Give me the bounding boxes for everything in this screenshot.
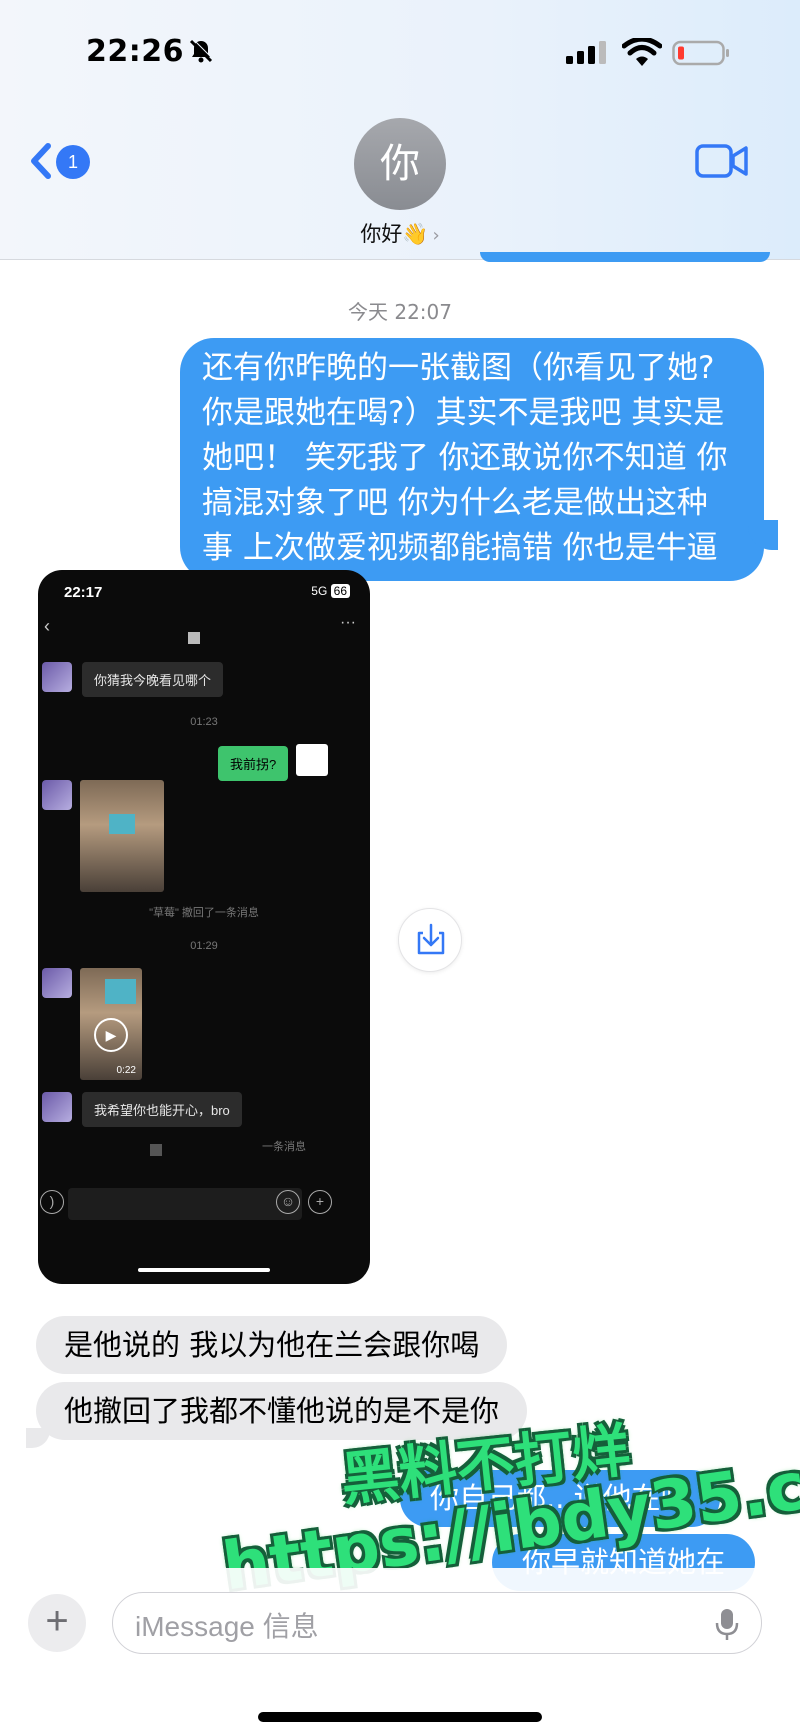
video-call-button[interactable] bbox=[694, 142, 750, 180]
message-line: 搞混对象了吧 你为什么老是做出这种 bbox=[202, 485, 708, 521]
bubble-tail bbox=[26, 1428, 50, 1448]
wifi-icon bbox=[622, 38, 662, 66]
bell-muted-icon bbox=[189, 38, 214, 63]
message-input[interactable]: iMessage 信息 bbox=[112, 1592, 762, 1654]
battery-low-icon bbox=[672, 40, 729, 66]
shot-battery: 66 bbox=[330, 584, 350, 598]
status-time: 22:26 bbox=[86, 34, 184, 69]
contact-avatar[interactable]: 你 bbox=[354, 118, 446, 210]
shot-redacted bbox=[150, 1144, 162, 1156]
message-input-placeholder: iMessage 信息 bbox=[135, 1611, 319, 1642]
download-icon bbox=[417, 923, 445, 955]
shot-avatar bbox=[42, 1092, 72, 1122]
shot-voice-icon: ) bbox=[40, 1190, 64, 1214]
shot-recall-notice: "草莓" 撤回了一条消息 bbox=[149, 907, 259, 919]
message-timestamp: 今天 22:07 bbox=[348, 300, 452, 324]
shot-timestamp: 01:23 bbox=[190, 716, 218, 728]
screenshot-attachment[interactable]: 22:17 5G 66 ‹ ··· 你猜我今晚看见哪个 01:23 我前拐? "… bbox=[38, 570, 370, 1284]
shot-video: ▶ 0:22 bbox=[80, 968, 142, 1080]
home-indicator bbox=[258, 1712, 542, 1722]
unread-count-badge[interactable]: 1 bbox=[56, 145, 90, 179]
message-line: 事 上次做爱视频都能搞错 你也是牛逼 bbox=[202, 530, 718, 566]
shot-timestamp: 01:29 bbox=[190, 940, 218, 952]
shot-message: 你猜我今晚看见哪个 bbox=[82, 662, 224, 697]
shot-network-label: 5G bbox=[311, 584, 328, 598]
shot-own-avatar bbox=[296, 744, 328, 776]
cellular-signal-icon bbox=[566, 41, 606, 64]
shot-plus-icon: + bbox=[308, 1190, 332, 1214]
previous-message-edge bbox=[480, 252, 770, 262]
outgoing-message[interactable]: 还有你昨晚的一张截图（你看见了她? 你是跟她在喝?）其实不是我吧 其实是 她吧！… bbox=[180, 338, 764, 581]
contact-name[interactable]: 你好👋 › bbox=[0, 218, 800, 248]
shot-message: 我希望你也能开心，bro bbox=[82, 1092, 242, 1127]
chevron-right-icon: › bbox=[432, 225, 440, 246]
video-duration: 0:22 bbox=[116, 1065, 136, 1076]
shot-network: 5G 66 bbox=[311, 584, 350, 598]
shot-emoji-icon: ☺ bbox=[276, 1190, 300, 1214]
shot-message-green: 我前拐? bbox=[218, 746, 289, 781]
shot-avatar bbox=[42, 662, 72, 692]
message-line: 她吧！ 笑死我了 你还敢说你不知道 你 bbox=[202, 440, 728, 476]
shot-home-indicator bbox=[138, 1268, 270, 1272]
play-icon: ▶ bbox=[94, 1018, 128, 1052]
conversation-header: 22:26 1 你 你好👋 › bbox=[0, 0, 800, 260]
message-line: 还有你昨晚的一张截图（你看见了她? bbox=[202, 350, 715, 386]
save-image-button[interactable] bbox=[398, 908, 462, 972]
add-attachment-button[interactable]: + bbox=[28, 1594, 86, 1652]
incoming-message[interactable]: 是他说的 我以为他在兰会跟你喝 bbox=[36, 1316, 508, 1374]
shot-title-redacted bbox=[188, 632, 200, 644]
contact-name-text: 你好👋 bbox=[360, 222, 429, 246]
shot-input bbox=[68, 1188, 302, 1220]
shot-time: 22:17 bbox=[64, 584, 103, 601]
shot-more-icon: ··· bbox=[340, 614, 356, 631]
message-line: 你是跟她在喝?）其实不是我吧 其实是 bbox=[202, 395, 725, 431]
shot-photo bbox=[80, 780, 164, 892]
shot-avatar bbox=[42, 968, 72, 998]
shot-back-icon: ‹ bbox=[44, 616, 50, 636]
shot-avatar bbox=[42, 780, 72, 810]
microphone-icon[interactable] bbox=[715, 1607, 739, 1641]
